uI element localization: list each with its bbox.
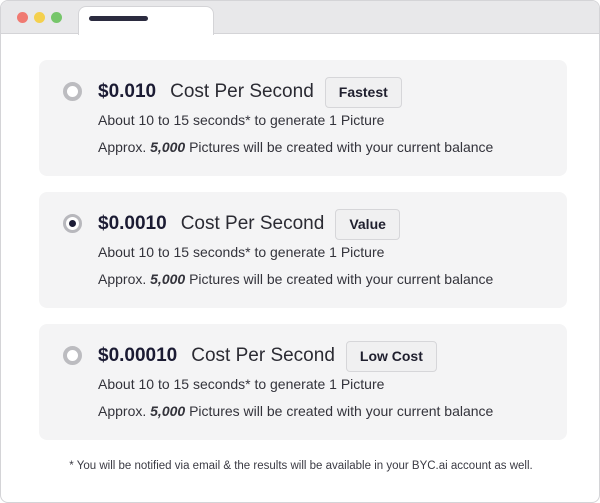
minimize-window-dot[interactable]: [34, 12, 45, 23]
price-value: $0.00010: [98, 345, 178, 366]
close-window-dot[interactable]: [17, 12, 28, 23]
price-row: $0.010 Cost Per Second Fastest: [98, 76, 402, 108]
pricing-option-value[interactable]: $0.0010 Cost Per Second Value About 10 t…: [39, 192, 567, 308]
approx-prefix: Approx.: [98, 139, 147, 155]
picture-count: 5,000: [150, 271, 186, 287]
pricing-option-fastest[interactable]: $0.010 Cost Per Second Fastest About 10 …: [39, 60, 567, 176]
radio-button[interactable]: [63, 346, 82, 365]
cost-per-second-label: Cost Per Second: [180, 213, 325, 234]
browser-window: $0.010 Cost Per Second Fastest About 10 …: [0, 0, 600, 503]
approx-suffix: Pictures will be created with your curre…: [189, 139, 494, 155]
price-value: $0.0010: [98, 213, 167, 234]
footnote-text: * You will be notified via email & the r…: [69, 460, 533, 472]
browser-tab[interactable]: [78, 6, 214, 35]
generation-time-text: About 10 to 15 seconds* to generate 1 Pi…: [98, 376, 385, 392]
approx-suffix: Pictures will be created with your curre…: [189, 403, 494, 419]
balance-estimate-text: Approx. 5,000 Pictures will be created w…: [98, 139, 493, 155]
radio-button-selected[interactable]: [63, 214, 82, 233]
speed-badge: Low Cost: [345, 340, 437, 372]
speed-badge: Value: [335, 208, 400, 240]
picture-count: 5,000: [150, 403, 186, 419]
approx-prefix: Approx.: [98, 403, 147, 419]
cost-per-second-label: Cost Per Second: [170, 81, 314, 102]
generation-time-text: About 10 to 15 seconds* to generate 1 Pi…: [98, 112, 385, 128]
maximize-window-dot[interactable]: [51, 12, 62, 23]
cost-per-second-label: Cost Per Second: [191, 345, 335, 366]
approx-prefix: Approx.: [98, 271, 147, 287]
tab-title-placeholder: [89, 16, 148, 21]
price-row: $0.0010 Cost Per Second Value: [98, 208, 400, 240]
generation-time-text: About 10 to 15 seconds* to generate 1 Pi…: [98, 244, 385, 260]
pricing-option-low-cost[interactable]: $0.00010 Cost Per Second Low Cost About …: [39, 324, 567, 440]
approx-suffix: Pictures will be created with your curre…: [189, 271, 494, 287]
price-value: $0.010: [98, 81, 157, 102]
picture-count: 5,000: [150, 139, 186, 155]
radio-button[interactable]: [63, 82, 82, 101]
title-bar: [1, 1, 599, 35]
speed-badge: Fastest: [324, 76, 402, 108]
price-row: $0.00010 Cost Per Second Low Cost: [98, 340, 437, 372]
balance-estimate-text: Approx. 5,000 Pictures will be created w…: [98, 271, 493, 287]
balance-estimate-text: Approx. 5,000 Pictures will be created w…: [98, 403, 493, 419]
